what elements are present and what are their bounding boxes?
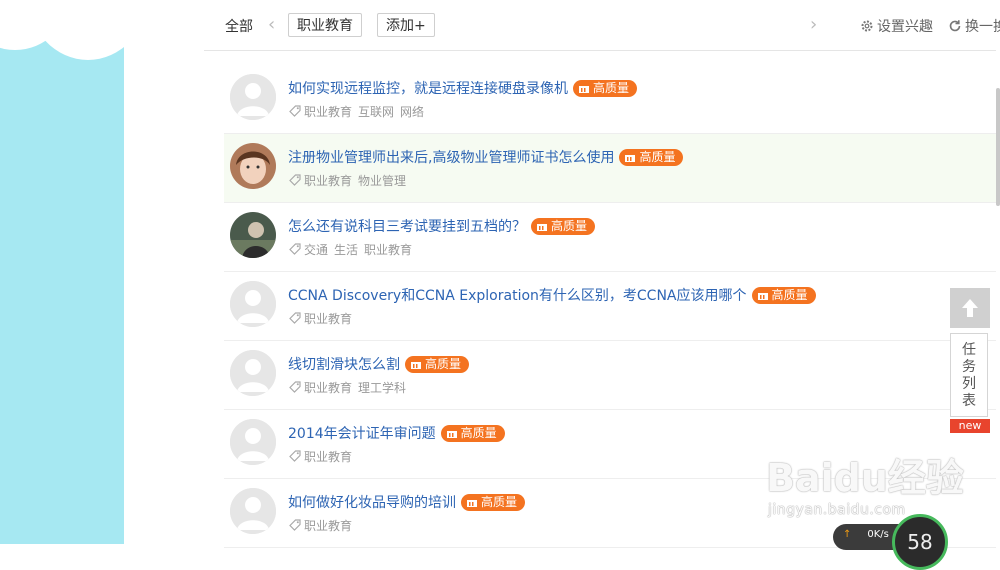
question-item: 2014年会计证年审问题 高质量 <box>288 423 505 443</box>
quality-icon <box>625 155 636 162</box>
question-item: CCNA Discovery和CCNA Exploration有什么区别，考CC… <box>288 285 816 305</box>
tag-link[interactable]: 生活 <box>334 243 358 257</box>
watermark-logo: Baidu经验 <box>766 456 964 500</box>
tag-link[interactable]: 职业教育 <box>304 519 352 533</box>
cloud-shape <box>28 0 124 60</box>
tag-icon <box>289 174 301 186</box>
tag-link[interactable]: 职业教育 <box>304 105 352 119</box>
back-to-top-button[interactable] <box>950 288 990 328</box>
watermark-url: jingyan.baidu.com <box>768 502 906 518</box>
add-interest-button[interactable]: 添加+ <box>377 13 435 37</box>
question-title-link[interactable]: 线切割滑块怎么割 <box>288 357 400 373</box>
question-item: 怎么还有说科目三考试要挂到五档的？ 高质量 <box>288 216 596 236</box>
refresh-icon <box>949 20 961 32</box>
tag-icon <box>289 381 301 393</box>
tab-all[interactable]: 全部 <box>225 16 253 36</box>
tag-icon <box>289 450 301 462</box>
quality-icon <box>537 224 547 231</box>
question-item: 线切割滑块怎么割 高质量 <box>288 354 470 374</box>
question-row: 怎么还有说科目三考试要挂到五档的？ 高质量交通 生活 职业教育 <box>224 203 996 272</box>
question-item: 注册物业管理师出来后,高级物业管理师证书怎么使用 高质量 <box>288 147 684 167</box>
tag-icon <box>289 243 301 255</box>
quality-badge: 高质量 <box>751 287 816 304</box>
quality-badge: 高质量 <box>405 356 470 373</box>
question-row: 注册物业管理师出来后,高级物业管理师证书怎么使用 高质量职业教育 物业管理 <box>224 134 996 203</box>
question-item: 如何做好化妆品导购的培训 高质量 <box>288 492 526 512</box>
question-tags: 职业教育 物业管理 <box>288 172 412 189</box>
quality-badge-label: 高质量 <box>425 357 462 371</box>
speed-text: 0K/s <box>867 529 889 540</box>
question-item: 如何实现远程监控，就是远程连接硬盘录像机 高质量 <box>288 78 638 98</box>
question-tags: 职业教育 理工学科 <box>288 379 412 396</box>
tag-link[interactable]: 理工学科 <box>358 381 406 395</box>
gear-icon <box>861 20 873 32</box>
question-title-link[interactable]: 如何实现远程监控，就是远程连接硬盘录像机 <box>288 81 568 97</box>
task-list-button[interactable]: 任务列表 <box>950 333 988 417</box>
task-list-label: 任务列表 <box>962 342 976 409</box>
tag-icon <box>289 312 301 324</box>
quality-badge: 高质量 <box>573 80 638 97</box>
interest-chip[interactable]: 职业教育 <box>288 13 362 37</box>
quality-badge-label: 高质量 <box>593 81 630 95</box>
question-row: CCNA Discovery和CCNA Exploration有什么区别，考CC… <box>224 272 996 341</box>
arrow-up-icon <box>962 299 978 317</box>
quality-badge-label: 高质量 <box>639 150 676 164</box>
question-title-link[interactable]: 如何做好化妆品导购的培训 <box>288 495 456 511</box>
quality-badge: 高质量 <box>531 218 596 235</box>
tag-link[interactable]: 职业教育 <box>304 381 352 395</box>
tag-link[interactable]: 职业教育 <box>304 312 352 326</box>
question-tags: 职业教育 <box>288 310 358 327</box>
question-row: 线切割滑块怎么割 高质量 职业教育 理工学科 <box>224 341 996 410</box>
quality-badge-label: 高质量 <box>771 288 808 302</box>
quality-badge-label: 高质量 <box>551 219 588 233</box>
quality-icon <box>446 431 457 438</box>
upload-arrow-icon: ↑ <box>843 529 852 540</box>
avatar[interactable] <box>230 350 276 396</box>
question-tags: 职业教育 <box>288 517 358 534</box>
question-title-link[interactable]: 注册物业管理师出来后,高级物业管理师证书怎么使用 <box>288 150 614 166</box>
quality-badge: 高质量 <box>461 494 526 511</box>
speed-gauge[interactable]: 58 <box>892 514 948 570</box>
quality-icon <box>411 362 421 369</box>
tag-link[interactable]: 职业教育 <box>304 450 352 464</box>
page-background <box>0 0 124 544</box>
tag-link[interactable]: 职业教育 <box>364 243 412 257</box>
refresh-link[interactable]: 换一换 <box>948 16 1000 36</box>
tag-link[interactable]: 互联网 <box>358 105 394 119</box>
new-badge: new <box>950 419 990 433</box>
settings-label: 设置兴趣 <box>877 19 933 35</box>
settings-link[interactable]: 设置兴趣 <box>860 16 933 36</box>
prev-arrow-icon[interactable]: ‹ <box>268 14 275 35</box>
quality-icon <box>579 86 589 93</box>
question-title-link[interactable]: 怎么还有说科目三考试要挂到五档的？ <box>288 219 526 235</box>
quality-icon <box>467 500 477 507</box>
scrollbar[interactable] <box>996 88 1000 206</box>
quality-badge: 高质量 <box>440 425 505 442</box>
question-row: 如何实现远程监控，就是远程连接硬盘录像机 高质量职业教育 互联网 网络 <box>224 65 996 134</box>
next-arrow-icon[interactable]: › <box>810 14 817 35</box>
quality-badge-label: 高质量 <box>481 495 518 509</box>
avatar[interactable] <box>230 74 276 120</box>
quality-icon <box>757 293 768 300</box>
interest-topbar: 全部 ‹ 职业教育 添加+ › 设置兴趣 换一换 <box>204 0 1000 51</box>
question-tags: 职业教育 互联网 网络 <box>288 103 430 120</box>
avatar[interactable] <box>230 143 276 189</box>
tag-link[interactable]: 网络 <box>400 105 424 119</box>
question-title-link[interactable]: CCNA Discovery和CCNA Exploration有什么区别，考CC… <box>288 288 747 304</box>
avatar[interactable] <box>230 419 276 465</box>
quality-badge-label: 高质量 <box>460 426 497 440</box>
avatar[interactable] <box>230 281 276 327</box>
question-title-link[interactable]: 2014年会计证年审问题 <box>288 426 436 442</box>
tag-link[interactable]: 物业管理 <box>358 174 406 188</box>
question-tags: 交通 生活 职业教育 <box>288 241 418 258</box>
avatar[interactable] <box>230 488 276 534</box>
tag-icon <box>289 519 301 531</box>
quality-badge: 高质量 <box>619 149 684 166</box>
avatar[interactable] <box>230 212 276 258</box>
tag-icon <box>289 105 301 117</box>
tag-link[interactable]: 交通 <box>304 243 328 257</box>
refresh-label: 换一换 <box>965 19 1000 35</box>
question-tags: 职业教育 <box>288 448 358 465</box>
tag-link[interactable]: 职业教育 <box>304 174 352 188</box>
